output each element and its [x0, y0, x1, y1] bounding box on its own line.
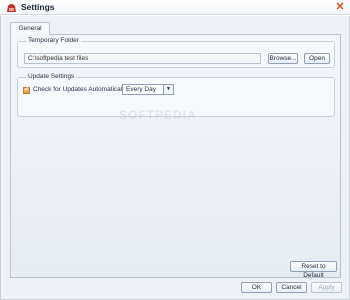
- close-button[interactable]: ✕: [334, 1, 346, 13]
- update-frequency-select[interactable]: Every Day ▼: [122, 84, 174, 95]
- update-settings-title: Update Settings: [26, 73, 77, 80]
- title-bar: Settings ✕: [0, 0, 350, 15]
- app-icon: [7, 4, 16, 12]
- update-frequency-value: Every Day: [126, 86, 156, 93]
- close-icon[interactable]: ✕: [335, 1, 344, 13]
- temporary-folder-title: Temporary Folder: [26, 37, 81, 44]
- tab-general[interactable]: General: [10, 22, 50, 35]
- window-title: Settings: [21, 2, 55, 12]
- cancel-button[interactable]: Cancel: [276, 282, 307, 293]
- window-body: General Temporary Folder C:\softpedia te…: [0, 16, 350, 300]
- apply-button[interactable]: Apply: [311, 282, 342, 293]
- auto-update-checkbox[interactable]: ✓: [23, 87, 30, 94]
- browse-button[interactable]: Browse...: [268, 53, 298, 64]
- temporary-folder-path-field[interactable]: C:\softpedia test files: [24, 53, 261, 64]
- reset-to-default-button[interactable]: Reset to Default: [290, 261, 337, 279]
- tab-panel-general: Temporary Folder C:\softpedia test files…: [10, 34, 341, 279]
- open-button[interactable]: Open: [304, 53, 330, 64]
- auto-update-label: Check for Updates Automatically:: [33, 86, 129, 93]
- temporary-folder-group: Temporary Folder C:\softpedia test files…: [17, 37, 335, 68]
- ok-button[interactable]: OK: [241, 282, 272, 293]
- chevron-down-icon[interactable]: ▼: [163, 85, 173, 94]
- watermark-text: SOFTPEDIA: [119, 108, 197, 122]
